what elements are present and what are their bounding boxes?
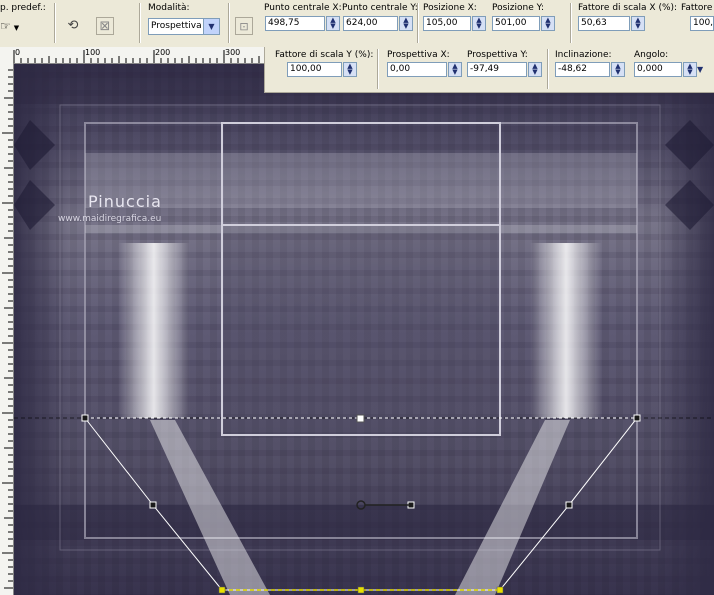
spin-down-icon: ▼ <box>330 22 336 30</box>
center-y-spinner[interactable]: ▲ ▼ <box>399 16 413 31</box>
pos-y-spinner[interactable]: ▲ ▼ <box>541 16 555 31</box>
pos-x-spinner[interactable]: ▲ ▼ <box>472 16 486 31</box>
inclination-label: Inclinazione: <box>555 50 612 60</box>
preset-icon: ☞ <box>0 19 11 33</box>
spin-down-icon: ▼ <box>635 22 641 30</box>
spin-down-icon: ▼ <box>403 22 409 30</box>
separator <box>139 3 141 43</box>
spin-down-icon: ▼ <box>545 22 551 30</box>
tool-options-bar: p. predef.: ☞ ▼ ⟲ ⊠ Modalità: Prospettiva… <box>0 0 714 48</box>
ruler-label: 200 <box>155 48 171 57</box>
center-y-field[interactable]: 624,00 <box>343 16 398 31</box>
watermark-name: Pinuccia <box>88 192 162 211</box>
scale-cut-field[interactable]: 100, <box>690 16 714 31</box>
spin-down-icon: ▼ <box>687 68 693 76</box>
scale-x-field[interactable]: 50,63 <box>578 16 630 31</box>
persp-y-field[interactable]: -97,49 <box>467 62 527 77</box>
mode-select[interactable]: Prospettiva ▼ <box>148 18 220 35</box>
reset-rotate-icon[interactable]: ⟲ <box>64 17 82 35</box>
scale-x-label: Fattore di scala X (%): <box>578 3 678 13</box>
image-artwork <box>14 64 714 595</box>
separator <box>570 3 572 43</box>
persp-x-spinner[interactable]: ▲ ▼ <box>448 62 462 77</box>
ruler-label: 0 <box>15 48 21 57</box>
persp-y-label: Prospettiva Y: <box>467 50 528 60</box>
vertical-ruler <box>0 63 14 595</box>
separator <box>228 3 230 43</box>
separator <box>547 49 549 89</box>
pos-y-field[interactable]: 501,00 <box>492 16 540 31</box>
separator <box>417 3 419 43</box>
center-x-spinner[interactable]: ▲ ▼ <box>326 16 340 31</box>
transform-icon[interactable]: ⊠ <box>96 17 114 35</box>
spin-down-icon: ▼ <box>532 68 538 76</box>
watermark-url: www.maidiregrafica.eu <box>58 214 162 224</box>
spin-down-icon: ▼ <box>452 68 458 76</box>
chevron-down-icon: ▼ <box>13 24 20 32</box>
scale-x-spinner[interactable]: ▲ ▼ <box>631 16 645 31</box>
persp-y-spinner[interactable]: ▲ ▼ <box>528 62 542 77</box>
separator <box>377 49 379 89</box>
persp-x-label: Prospettiva X: <box>387 50 450 60</box>
spin-down-icon: ▼ <box>347 68 353 76</box>
image-canvas[interactable]: Pinuccia www.maidiregrafica.eu <box>14 64 714 595</box>
preset-label: p. predef.: <box>0 3 46 13</box>
mode-label: Modalità: <box>148 3 190 13</box>
mode-value: Prospettiva <box>151 21 202 31</box>
center-y-label: Punto centrale Y: <box>342 3 418 13</box>
scale-y-field[interactable]: 100,00 <box>287 62 342 77</box>
spin-down-icon: ▼ <box>476 22 482 30</box>
chevron-down-icon[interactable]: ▼ <box>697 62 707 77</box>
scale-y-spinner[interactable]: ▲ ▼ <box>343 62 357 77</box>
tool-options-bar-2: Fattore di scala Y (%): 100,00 ▲ ▼ Prospe… <box>264 47 714 93</box>
spin-down-icon: ▼ <box>615 68 621 76</box>
angle-field[interactable]: 0,000 <box>634 62 682 77</box>
pos-x-label: Posizione X: <box>423 3 477 13</box>
scale-cut-label: Fattore <box>681 3 713 13</box>
angle-spinner[interactable]: ▲ ▼ <box>683 62 697 77</box>
preset-dropdown[interactable]: ☞ ▼ <box>0 17 22 35</box>
persp-x-field[interactable]: 0,00 <box>387 62 447 77</box>
ruler-ticks <box>2 69 13 589</box>
center-x-field[interactable]: 498,75 <box>265 16 325 31</box>
inclination-field[interactable]: -48,62 <box>555 62 610 77</box>
pos-y-label: Posizione Y: <box>492 3 544 13</box>
separator <box>54 3 56 43</box>
pos-x-field[interactable]: 105,00 <box>423 16 471 31</box>
ruler-label: 100 <box>85 48 101 57</box>
center-point-icon[interactable]: ⊡ <box>235 17 253 35</box>
angle-label: Angolo: <box>634 50 669 60</box>
ruler-label: 300 <box>225 48 241 57</box>
inclination-spinner[interactable]: ▲ ▼ <box>611 62 625 77</box>
chevron-down-icon: ▼ <box>203 19 219 34</box>
scale-y-label: Fattore di scala Y (%): <box>275 50 374 60</box>
center-x-label: Punto centrale X: <box>264 3 342 13</box>
